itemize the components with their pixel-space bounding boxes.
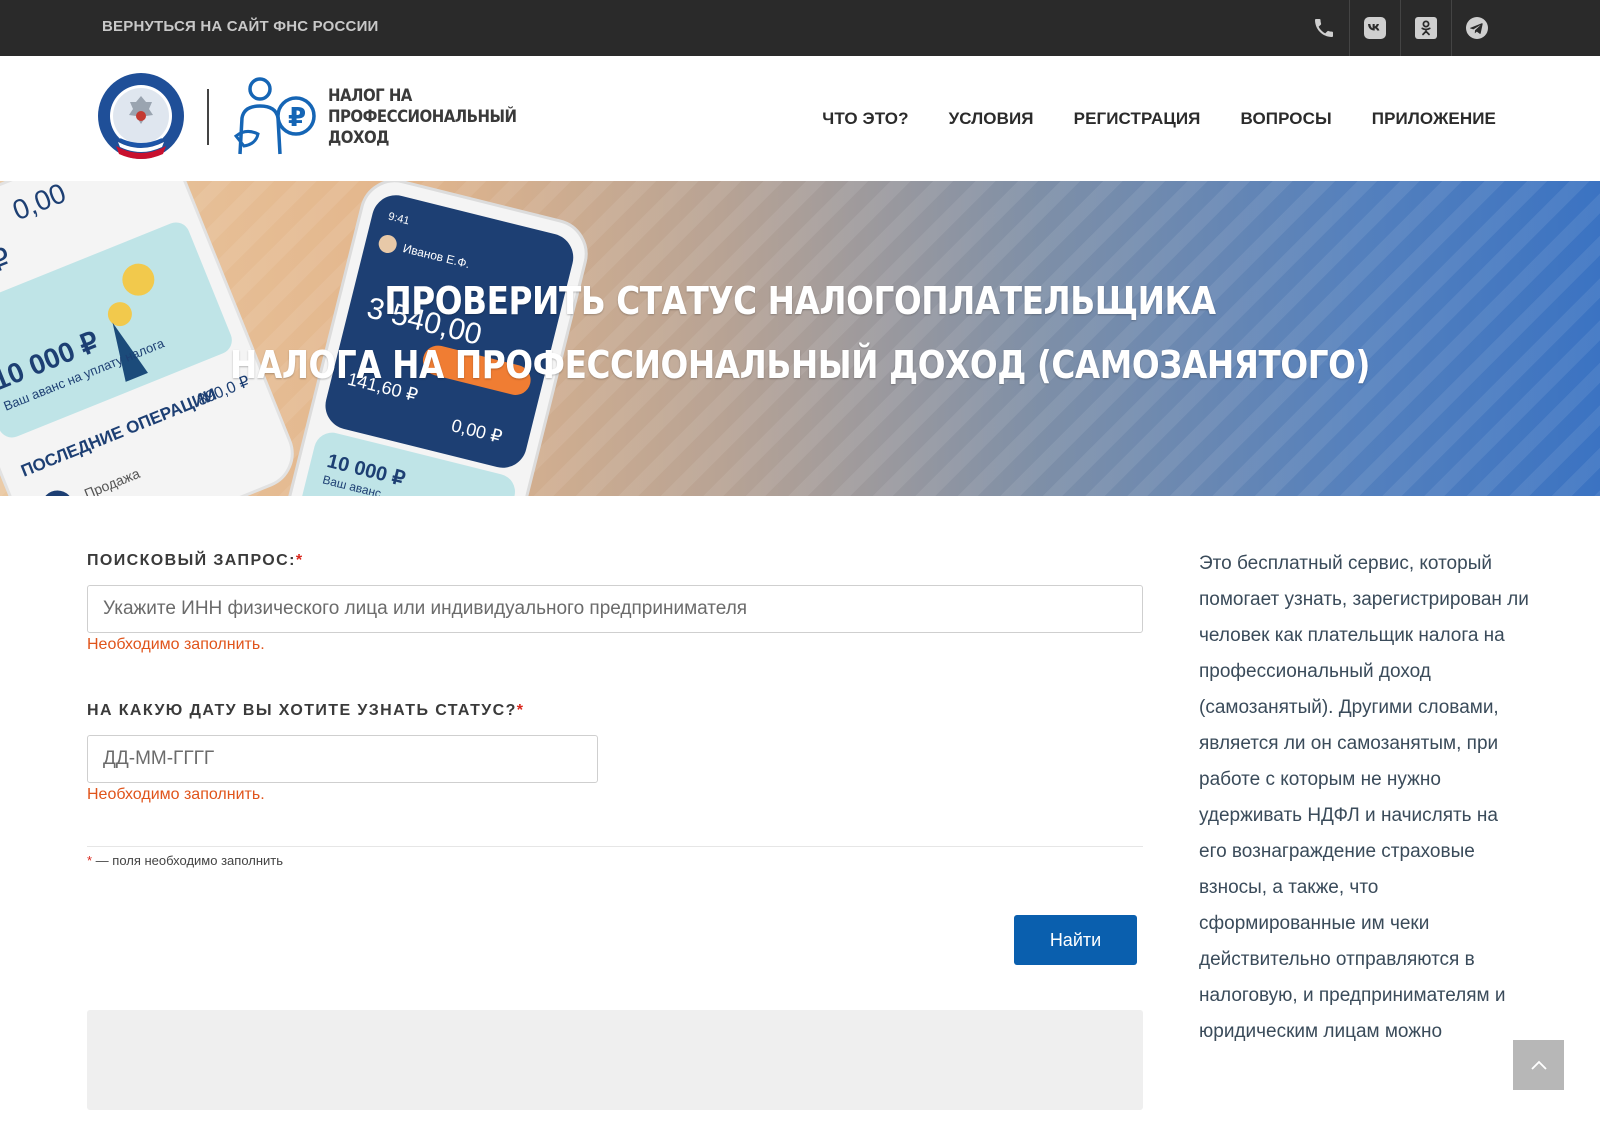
required-note: * — поля необходимо заполнить [87, 853, 283, 868]
nav-item-registration[interactable]: РЕГИСТРАЦИЯ [1074, 109, 1201, 129]
phone-icon[interactable] [1298, 0, 1349, 56]
service-description: Это бесплатный сервис, который помогает … [1199, 553, 1529, 1042]
result-box [87, 1010, 1143, 1110]
npd-logo-text: НАЛОГ НА ПРОФЕССИОНАЛЬНЫЙ ДОХОД [328, 86, 517, 149]
find-button[interactable]: Найти [1014, 915, 1137, 965]
nav-item-conditions[interactable]: УСЛОВИЯ [949, 109, 1034, 129]
date-label-text: НА КАКУЮ ДАТУ ВЫ ХОТИТЕ УЗНАТЬ СТАТУС? [87, 702, 517, 719]
hero-banner: 0,00 ,60 ₽ 10 000 ₽ Ваш аванс на уплату … [0, 181, 1600, 496]
vk-icon[interactable] [1349, 0, 1400, 56]
npd-logo[interactable]: ₽ [230, 76, 320, 156]
ok-icon[interactable] [1400, 0, 1451, 56]
page-title: ПРОВЕРИТЬ СТАТУС НАЛОГОПЛАТЕЛЬЩИКА НАЛОГ… [0, 269, 1600, 397]
page-title-line-2: НАЛОГА НА ПРОФЕССИОНАЛЬНЫЙ ДОХОД (САМОЗА… [230, 343, 1370, 387]
site-header: ₽ НАЛОГ НА ПРОФЕССИОНАЛЬНЫЙ ДОХОД ЧТО ЭТ… [0, 56, 1600, 181]
required-note-text: — поля необходимо заполнить [92, 853, 284, 868]
chevron-up-icon [1530, 1060, 1547, 1070]
top-bar: ВЕРНУТЬСЯ НА САЙТ ФНС РОССИИ [0, 0, 1600, 56]
fns-emblem-logo[interactable] [96, 70, 186, 165]
logo-text-line-3: ДОХОД [328, 128, 390, 148]
date-label: НА КАКУЮ ДАТУ ВЫ ХОТИТЕ УЗНАТЬ СТАТУС?* [87, 702, 524, 720]
nav-item-app[interactable]: ПРИЛОЖЕНИЕ [1372, 109, 1496, 129]
required-asterisk: * [516, 702, 525, 719]
inn-search-input[interactable] [87, 585, 1143, 633]
logo-divider [207, 89, 209, 145]
telegram-icon[interactable] [1451, 0, 1502, 56]
scroll-to-top-button[interactable] [1513, 1040, 1564, 1090]
date-input[interactable] [87, 735, 598, 783]
logo-text-line-2: ПРОФЕССИОНАЛЬНЫЙ [328, 107, 517, 127]
query-label: ПОИСКОВЫЙ ЗАПРОС:* [87, 552, 303, 570]
required-asterisk: * [295, 552, 304, 569]
main-nav: ЧТО ЭТО? УСЛОВИЯ РЕГИСТРАЦИЯ ВОПРОСЫ ПРИ… [822, 56, 1496, 181]
query-label-text: ПОИСКОВЫЙ ЗАПРОС: [87, 552, 296, 569]
social-icons [1298, 0, 1502, 56]
date-error: Необходимо заполнить. [87, 786, 265, 803]
back-to-fns-link[interactable]: ВЕРНУТЬСЯ НА САЙТ ФНС РОССИИ [102, 18, 379, 35]
logo-text-line-1: НАЛОГ НА [328, 86, 412, 106]
nav-item-questions[interactable]: ВОПРОСЫ [1240, 109, 1331, 129]
svg-text:₽: ₽ [288, 103, 306, 133]
query-error: Необходимо заполнить. [87, 636, 265, 653]
page-title-line-1: ПРОВЕРИТЬ СТАТУС НАЛОГОПЛАТЕЛЬЩИКА [384, 279, 1216, 323]
form-divider [87, 846, 1143, 847]
nav-item-what-is-it[interactable]: ЧТО ЭТО? [822, 109, 908, 129]
